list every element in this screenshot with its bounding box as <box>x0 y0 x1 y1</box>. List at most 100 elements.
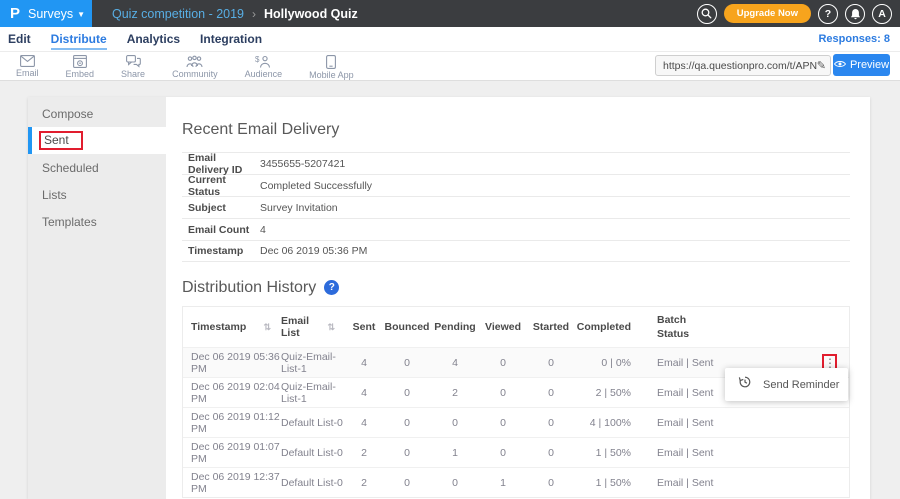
reminder-clock-icon <box>738 375 752 394</box>
tab-integration[interactable]: Integration <box>200 28 262 50</box>
table-row: Timestamp Dec 06 2019 05:36 PM <box>182 240 850 262</box>
cell-email-list: Quiz-Email-List-1 <box>281 381 345 405</box>
cell-pending: 0 <box>431 477 479 489</box>
cell-bounced: 0 <box>383 387 431 399</box>
cell-batch-status: Email | Sent <box>635 447 725 459</box>
cell-viewed: 1 <box>479 477 527 489</box>
community-tool-button[interactable]: Community <box>172 55 218 79</box>
cell-pending: 0 <box>431 417 479 429</box>
embed-tool-button[interactable]: Embed <box>66 55 95 79</box>
cell-completed: 1 | 50% <box>575 477 635 489</box>
community-tool-label: Community <box>172 70 218 79</box>
email-icon <box>20 55 35 67</box>
cell-pending: 2 <box>431 387 479 399</box>
sort-icon[interactable]: ⇅ <box>263 322 281 333</box>
surveys-menu-label: Surveys <box>28 7 73 21</box>
cell-email-list: Default List-0 <box>281 417 345 429</box>
preview-button[interactable]: Preview <box>833 54 890 76</box>
field-label: Email Delivery ID <box>182 152 253 176</box>
field-value: 3455655-5207421 <box>260 158 345 170</box>
field-value: Survey Invitation <box>260 202 338 214</box>
breadcrumb: Quiz competition - 2019 › Hollywood Quiz <box>112 7 358 21</box>
field-label: Timestamp <box>182 245 253 257</box>
survey-url-input[interactable] <box>663 60 817 72</box>
field-label: Current Status <box>182 174 253 198</box>
top-bar: P Surveys ▼ Quiz competition - 2019 › Ho… <box>0 0 900 27</box>
row-context-menu: Send Reminder <box>725 368 848 401</box>
mobile-app-tool-button[interactable]: Mobile App <box>309 55 354 80</box>
recent-delivery-table: Email Delivery ID 3455655-5207421 Curren… <box>182 152 850 262</box>
kebab-menu-icon[interactable]: ⋮ <box>824 357 835 369</box>
column-header-bounced: Bounced <box>383 321 431 333</box>
cell-bounced: 0 <box>383 447 431 459</box>
table-row: Email Delivery ID 3455655-5207421 <box>182 152 850 174</box>
column-header-email-list[interactable]: Email List⇅ <box>281 315 345 339</box>
edit-url-pencil-icon[interactable]: ✎ <box>817 59 826 72</box>
share-tool-button[interactable]: Share <box>121 55 145 79</box>
cell-email-list: Default List-0 <box>281 477 345 489</box>
column-header-timestamp[interactable]: Timestamp⇅ <box>183 321 281 333</box>
cell-completed: 4 | 100% <box>575 417 635 429</box>
preview-label: Preview <box>850 59 889 71</box>
cell-batch-status: Email | Sent <box>635 387 725 399</box>
email-tool-button[interactable]: Email <box>16 55 39 78</box>
cell-started: 0 <box>527 417 575 429</box>
breadcrumb-survey-title: Hollywood Quiz <box>264 7 358 21</box>
mobile-app-icon <box>326 55 336 69</box>
avatar[interactable]: A <box>872 4 892 24</box>
cell-timestamp: Dec 06 2019 01:12 PM <box>183 411 281 435</box>
sort-icon[interactable]: ⇅ <box>327 322 345 333</box>
sidebar-item-lists[interactable]: Lists <box>28 181 166 208</box>
cell-timestamp: Dec 06 2019 01:07 PM <box>183 441 281 465</box>
cell-sent: 4 <box>345 417 383 429</box>
cell-started: 0 <box>527 357 575 369</box>
svg-text:$: $ <box>255 55 260 64</box>
cell-batch-status: Email | Sent <box>635 357 725 369</box>
audience-tool-button[interactable]: $ Audience <box>245 55 283 79</box>
sidebar-item-templates[interactable]: Templates <box>28 208 166 235</box>
field-value: Completed Successfully <box>260 180 372 192</box>
cell-bounced: 0 <box>383 477 431 489</box>
search-icon[interactable] <box>697 4 717 24</box>
tab-edit[interactable]: Edit <box>8 28 31 50</box>
cell-timestamp: Dec 06 2019 05:36 PM <box>183 351 281 375</box>
help-button[interactable]: ? <box>818 4 838 24</box>
sidebar-item-scheduled[interactable]: Scheduled <box>28 154 166 181</box>
audience-icon: $ <box>255 55 271 68</box>
main-panel: ComposeSentScheduledListsTemplates Recen… <box>28 97 870 499</box>
community-icon <box>186 55 203 68</box>
tab-analytics[interactable]: Analytics <box>127 28 180 50</box>
field-value: Dec 06 2019 05:36 PM <box>260 245 367 257</box>
cell-batch-status: Email | Sent <box>635 477 725 489</box>
sidebar-item-sent[interactable]: Sent <box>28 127 166 154</box>
menu-item-send-reminder[interactable]: Send Reminder <box>763 379 839 391</box>
column-header-sent: Sent <box>345 321 383 333</box>
upgrade-now-button[interactable]: Upgrade Now <box>724 4 811 23</box>
surveys-menu[interactable]: P Surveys ▼ <box>0 0 92 27</box>
cell-bounced: 0 <box>383 417 431 429</box>
distribution-history-table: Timestamp⇅Email List⇅SentBouncedPendingV… <box>182 306 850 498</box>
breadcrumb-folder[interactable]: Quiz competition - 2019 <box>112 7 244 21</box>
survey-url-box: ✎ <box>655 55 831 76</box>
cell-viewed: 0 <box>479 447 527 459</box>
mobile-app-tool-label: Mobile App <box>309 71 354 80</box>
share-tool-label: Share <box>121 70 145 79</box>
cell-sent: 4 <box>345 387 383 399</box>
embed-tool-label: Embed <box>66 70 95 79</box>
responses-count[interactable]: Responses: 8 <box>818 33 892 45</box>
tab-distribute[interactable]: Distribute <box>51 28 107 50</box>
cell-sent: 4 <box>345 357 383 369</box>
history-header-row: Timestamp⇅Email List⇅SentBouncedPendingV… <box>183 307 849 347</box>
recent-delivery-title: Recent Email Delivery <box>182 120 850 139</box>
table-row: Subject Survey Invitation <box>182 196 850 218</box>
email-tool-label: Email <box>16 69 39 78</box>
questionpro-logo: P <box>10 5 20 22</box>
help-icon[interactable]: ? <box>324 280 339 295</box>
cell-email-list: Quiz-Email-List-1 <box>281 351 345 375</box>
cell-pending: 1 <box>431 447 479 459</box>
notifications-bell-icon[interactable] <box>845 4 865 24</box>
cell-sent: 2 <box>345 447 383 459</box>
sidebar-item-compose[interactable]: Compose <box>28 100 166 127</box>
cell-bounced: 0 <box>383 357 431 369</box>
column-header-completed: Completed <box>575 321 635 333</box>
